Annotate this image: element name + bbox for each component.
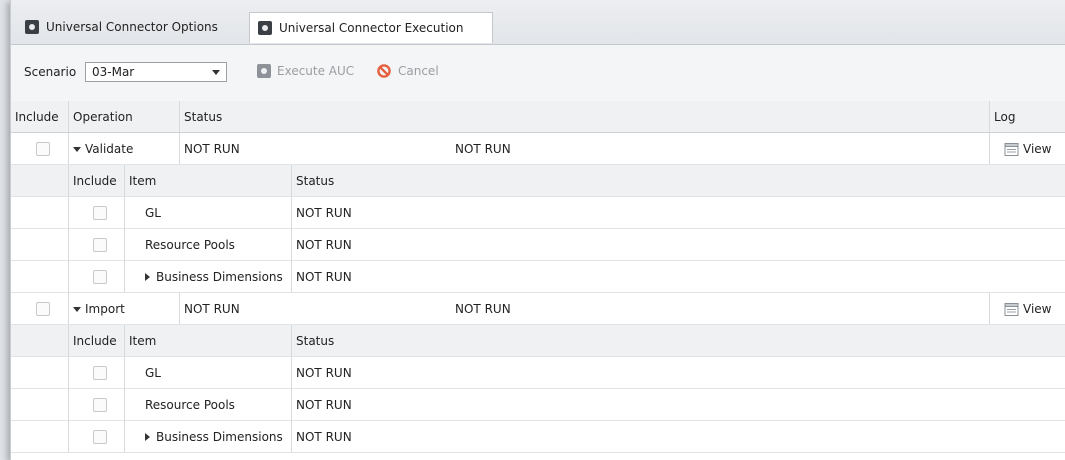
tab-label: Universal Connector Options (46, 20, 218, 34)
column-header-operation[interactable]: Operation (69, 101, 179, 133)
cancel-label: Cancel (398, 64, 439, 78)
expand-icon (145, 273, 150, 281)
view-label: View (1023, 142, 1052, 156)
log-document-icon (1004, 302, 1019, 316)
collapse-icon (73, 146, 81, 152)
connector-icon (258, 21, 272, 35)
tab-bar: Universal Connector Options Universal Co… (11, 0, 1065, 45)
column-header-status[interactable]: Status (292, 325, 592, 357)
column-header-item[interactable]: Item (125, 165, 291, 197)
cancel-icon (377, 64, 391, 78)
execute-label: Execute AUC (277, 64, 355, 78)
item-name: GL (145, 206, 161, 220)
view-log-button[interactable]: View (990, 133, 1065, 165)
item-name: GL (145, 366, 161, 380)
execute-auc-button[interactable]: Execute AUC (257, 64, 354, 78)
operation-name: Validate (85, 142, 134, 156)
item-name: Business Dimensions (156, 270, 283, 284)
connector-icon (25, 20, 39, 34)
operation-status-detail: NOT RUN (455, 142, 511, 156)
item-row: GL NOT RUN (11, 197, 1065, 229)
expand-icon (145, 433, 150, 441)
operation-row-validate: Validate NOT RUN NOT RUN View (11, 133, 1065, 165)
universal-connector-panel: Universal Connector Options Universal Co… (10, 0, 1065, 460)
item-name: Resource Pools (145, 398, 235, 412)
item-toggle[interactable]: Business Dimensions (125, 261, 291, 293)
view-label: View (1023, 302, 1052, 316)
item-status: NOT RUN (296, 430, 352, 444)
item-toggle[interactable]: Business Dimensions (125, 421, 291, 453)
item-name: Resource Pools (145, 238, 235, 252)
item-grid-header: Include Item Status (11, 165, 1065, 197)
item-status: NOT RUN (296, 238, 352, 252)
chevron-down-icon (212, 70, 220, 75)
column-header-include[interactable]: Include (11, 101, 67, 133)
scenario-value: 03-Mar (92, 65, 135, 79)
operation-name: Import (85, 302, 125, 316)
column-header-include[interactable]: Include (69, 325, 124, 357)
operation-status-detail: NOT RUN (455, 302, 511, 316)
operations-grid: Include Operation Status Log Validate NO… (11, 101, 1065, 453)
item-include-checkbox[interactable] (93, 238, 107, 252)
view-log-button[interactable]: View (990, 293, 1065, 325)
operation-row-import: Import NOT RUN NOT RUN View (11, 293, 1065, 325)
include-checkbox[interactable] (36, 302, 50, 316)
log-document-icon (1004, 142, 1019, 156)
item-row: Business Dimensions NOT RUN (11, 421, 1065, 453)
item-name: Business Dimensions (156, 430, 283, 444)
item-include-checkbox[interactable] (93, 398, 107, 412)
scenario-select[interactable]: 03-Mar (85, 62, 227, 82)
item-include-checkbox[interactable] (93, 206, 107, 220)
item-include-checkbox[interactable] (93, 270, 107, 284)
tab-label: Universal Connector Execution (279, 21, 464, 35)
item-include-checkbox[interactable] (93, 430, 107, 444)
tab-universal-connector-options[interactable]: Universal Connector Options (17, 12, 245, 42)
operation-status: NOT RUN (184, 302, 240, 316)
operation-status: NOT RUN (184, 142, 240, 156)
item-include-checkbox[interactable] (93, 366, 107, 380)
item-row: Resource Pools NOT RUN (11, 229, 1065, 261)
operation-toggle[interactable]: Validate (69, 133, 179, 165)
column-header-item[interactable]: Item (125, 325, 291, 357)
cancel-button[interactable]: Cancel (377, 64, 439, 78)
column-header-status[interactable]: Status (292, 165, 592, 197)
column-header-log[interactable]: Log (990, 101, 1065, 133)
item-status: NOT RUN (296, 270, 352, 284)
include-checkbox[interactable] (36, 142, 50, 156)
scenario-label: Scenario (24, 65, 77, 79)
tab-universal-connector-execution[interactable]: Universal Connector Execution (249, 12, 493, 43)
item-row: Business Dimensions NOT RUN (11, 261, 1065, 293)
item-row: Resource Pools NOT RUN (11, 389, 1065, 421)
item-status: NOT RUN (296, 206, 352, 220)
grid-header: Include Operation Status Log (11, 101, 1065, 133)
toolbar: Scenario 03-Mar Execute AUC Cancel (11, 45, 1065, 102)
column-header-include[interactable]: Include (69, 165, 124, 197)
item-status: NOT RUN (296, 366, 352, 380)
execute-icon (257, 64, 271, 78)
item-status: NOT RUN (296, 398, 352, 412)
item-row: GL NOT RUN (11, 357, 1065, 389)
collapse-icon (73, 306, 81, 312)
item-grid-header: Include Item Status (11, 325, 1065, 357)
column-header-status[interactable]: Status (180, 101, 990, 133)
operation-toggle[interactable]: Import (69, 293, 179, 325)
